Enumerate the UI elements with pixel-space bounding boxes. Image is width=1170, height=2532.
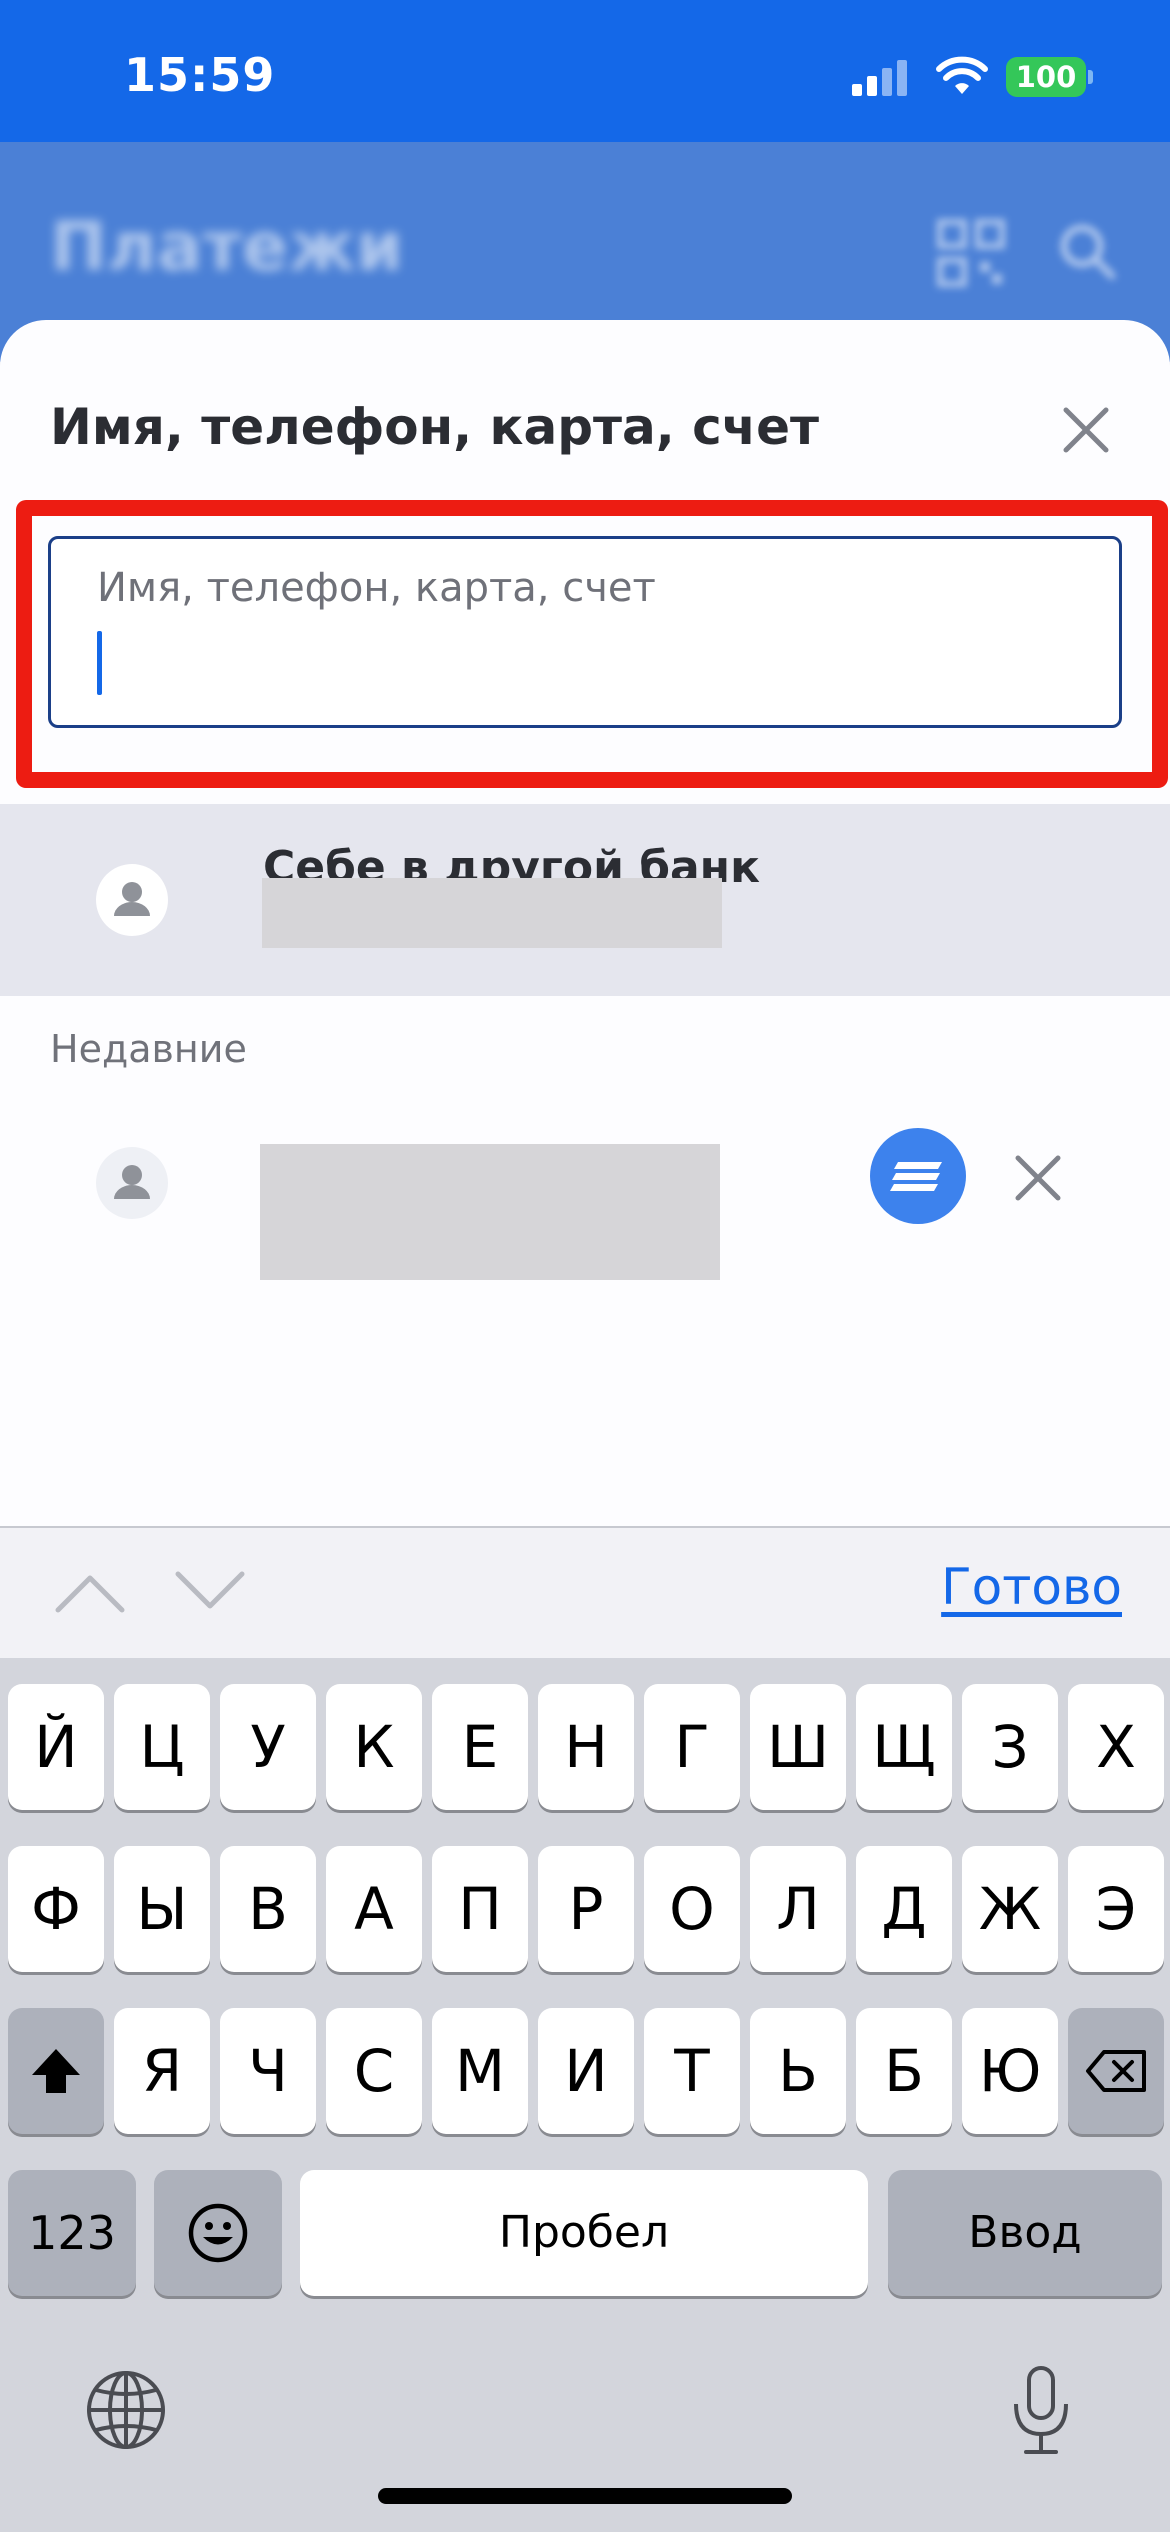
battery-tip xyxy=(1088,70,1093,84)
avatar xyxy=(96,864,168,936)
key-letter[interactable]: Ч xyxy=(220,2008,316,2134)
cellular-signal-icon xyxy=(852,60,907,96)
key-letter[interactable]: Ь xyxy=(750,2008,846,2134)
emoji-icon xyxy=(188,2203,248,2263)
key-letter[interactable]: В xyxy=(220,1846,316,1972)
key-letter[interactable]: Ы xyxy=(114,1846,210,1972)
backspace-key[interactable] xyxy=(1068,2008,1164,2134)
globe-icon[interactable] xyxy=(84,2368,168,2452)
redacted-subtitle xyxy=(262,878,722,948)
key-letter[interactable]: Л xyxy=(750,1846,846,1972)
shift-key[interactable] xyxy=(8,2008,104,2134)
bank-logo-icon xyxy=(890,1162,942,1191)
key-letter[interactable]: Д xyxy=(856,1846,952,1972)
wifi-icon xyxy=(936,56,988,94)
page-title: Платежи xyxy=(50,208,404,287)
status-time: 15:59 xyxy=(124,48,276,102)
key-letter[interactable]: Я xyxy=(114,2008,210,2134)
sheet-title: Имя, телефон, карта, счет xyxy=(50,398,819,456)
close-icon[interactable] xyxy=(1058,402,1114,458)
space-key[interactable]: Пробел xyxy=(300,2170,868,2296)
key-letter[interactable]: У xyxy=(220,1684,316,1810)
chevron-down-icon[interactable] xyxy=(172,1566,248,1616)
microphone-icon[interactable] xyxy=(1006,2364,1076,2458)
remove-recent-icon[interactable] xyxy=(1012,1152,1064,1204)
search-icon[interactable] xyxy=(1056,220,1120,284)
recent-section-label: Недавние xyxy=(50,1027,247,1071)
search-input-label: Имя, телефон, карта, счет xyxy=(97,565,656,611)
key-letter[interactable]: Р xyxy=(538,1846,634,1972)
recent-item[interactable] xyxy=(0,1100,1170,1280)
enter-key[interactable]: Ввод xyxy=(888,2170,1162,2296)
keyboard-accessory-bar: Готово xyxy=(0,1526,1170,1658)
shift-icon xyxy=(32,2049,80,2093)
key-letter[interactable]: Б xyxy=(856,2008,952,2134)
done-button[interactable]: Готово xyxy=(941,1558,1122,1616)
recipient-sheet: Имя, телефон, карта, счет Имя, телефон, … xyxy=(0,320,1170,1526)
bank-logo xyxy=(870,1128,966,1224)
avatar xyxy=(96,1147,168,1219)
key-letter[interactable]: Е xyxy=(432,1684,528,1810)
key-letter[interactable]: Щ xyxy=(856,1684,952,1810)
text-cursor xyxy=(97,631,102,695)
key-letter[interactable]: С xyxy=(326,2008,422,2134)
home-indicator xyxy=(378,2488,792,2504)
redacted-recipient-name xyxy=(260,1144,720,1280)
key-letter[interactable]: М xyxy=(432,2008,528,2134)
key-letter[interactable]: Х xyxy=(1068,1684,1164,1810)
key-letter[interactable]: Ш xyxy=(750,1684,846,1810)
key-letter[interactable]: П xyxy=(432,1846,528,1972)
key-letter[interactable]: Ц xyxy=(114,1684,210,1810)
key-letter[interactable]: З xyxy=(962,1684,1058,1810)
key-letter[interactable]: Т xyxy=(644,2008,740,2134)
qr-code-icon[interactable] xyxy=(936,218,1006,288)
key-letter[interactable]: Ю xyxy=(962,2008,1058,2134)
key-letter[interactable]: Н xyxy=(538,1684,634,1810)
key-letter[interactable]: К xyxy=(326,1684,422,1810)
key-letter[interactable]: Ж xyxy=(962,1846,1058,1972)
key-letter[interactable]: Г xyxy=(644,1684,740,1810)
chevron-up-icon[interactable] xyxy=(52,1566,128,1616)
person-icon xyxy=(114,1165,150,1199)
battery-indicator: 100 xyxy=(1006,57,1086,97)
backspace-icon xyxy=(1086,2050,1146,2092)
key-letter[interactable]: О xyxy=(644,1846,740,1972)
recipient-search-input[interactable]: Имя, телефон, карта, счет xyxy=(48,536,1122,728)
keyboard: Й Ц У К Е Н Г Ш Щ З Х Ф Ы В А П Р О Л Д … xyxy=(0,1658,1170,2532)
key-letter[interactable]: Ф xyxy=(8,1846,104,1972)
key-letter[interactable]: И xyxy=(538,2008,634,2134)
numbers-key[interactable]: 123 xyxy=(8,2170,136,2296)
emoji-key[interactable] xyxy=(154,2170,282,2296)
key-letter[interactable]: Й xyxy=(8,1684,104,1810)
key-letter[interactable]: А xyxy=(326,1846,422,1972)
person-icon xyxy=(114,882,150,916)
key-letter[interactable]: Э xyxy=(1068,1846,1164,1972)
